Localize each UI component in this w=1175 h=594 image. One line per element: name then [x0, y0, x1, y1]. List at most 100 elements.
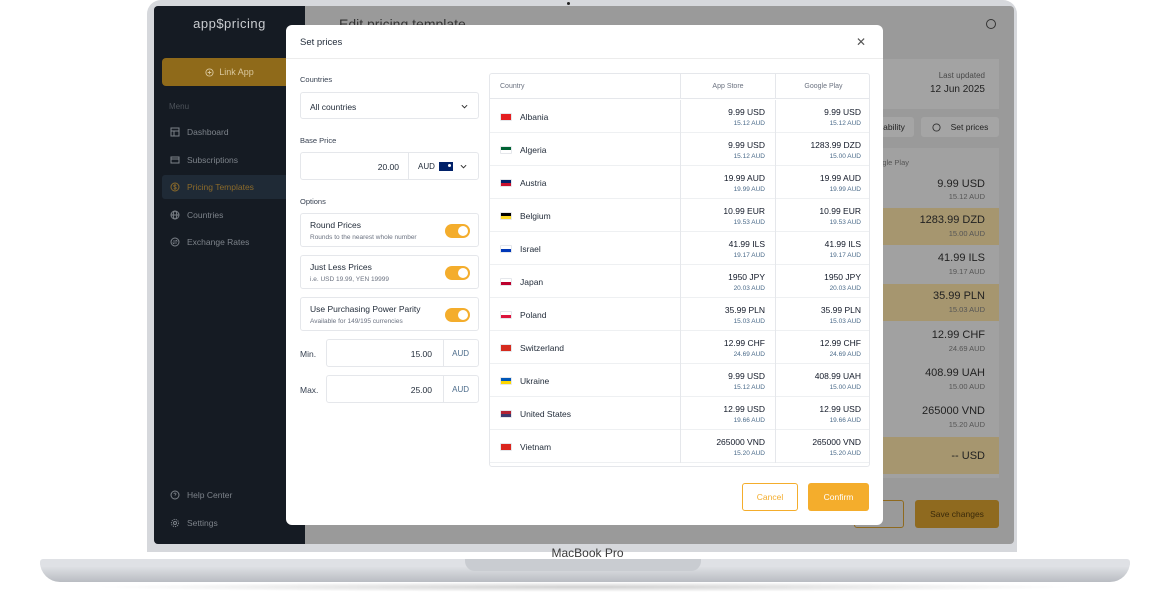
sidebar-item-countries[interactable]: Countries: [162, 203, 297, 227]
country-cell: Albania: [500, 112, 548, 122]
last-updated-value: 12 Jun 2025: [929, 84, 985, 95]
dollar-icon: [932, 122, 941, 132]
option-title: Just Less Prices: [310, 262, 372, 272]
sidebar-item-help-center[interactable]: Help Center: [162, 483, 297, 507]
app-store-cell: 1950 JPY 20.03 AUD: [680, 265, 775, 298]
table-row: Vietnam 265000 VND 15.20 AUD 265000 VND 15.2…: [490, 430, 869, 463]
table-row: Albania 9.99 USD 15.12 AUD 9.99 USD 15.12 AU…: [490, 100, 869, 133]
ppp-toggle[interactable]: [445, 308, 470, 322]
app-store-cell: 12.99 USD 19.66 AUD: [680, 397, 775, 430]
table-row: 9.99 USD 15.12 AUD: [883, 164, 999, 201]
countries-label: Countries: [300, 75, 333, 84]
country-cell: United States: [500, 409, 571, 419]
save-changes-button[interactable]: Save changes: [915, 500, 999, 528]
sidebar-item-subscriptions[interactable]: Subscriptions: [162, 148, 297, 172]
set-prices-button[interactable]: Set prices: [921, 117, 999, 137]
app-store-converted: 15.03 AUD: [733, 318, 765, 325]
table-row: Poland 35.99 PLN 15.03 AUD 35.99 PLN 15.03 A…: [490, 298, 869, 331]
column-header-country: Country: [490, 74, 680, 99]
price-sub: 15.03 AUD: [948, 305, 985, 314]
table-row: Switzerland 12.99 CHF 24.69 AUD 12.99 CHF 24…: [490, 331, 869, 364]
google-play-converted: 19.17 AUD: [829, 252, 861, 259]
country-name: Ukraine: [520, 376, 550, 386]
availability-label: ability: [883, 122, 905, 132]
sidebar-item-settings[interactable]: Settings: [162, 511, 297, 535]
base-price-input[interactable]: 20.00: [378, 162, 399, 172]
price-sub: 15.00 AUD: [948, 229, 985, 238]
app-store-price: 9.99 USD: [728, 140, 765, 150]
table-row: → 35.99 PLN 15.03 AUD: [883, 284, 999, 321]
country-cell: Poland: [500, 310, 546, 320]
app-store-price: 12.99 USD: [723, 404, 765, 414]
country-name: Albania: [520, 112, 549, 122]
currency-select[interactable]: AUD: [408, 153, 480, 179]
app-logo: app$pricing: [193, 16, 266, 31]
option-title: Use Purchasing Power Parity: [310, 304, 421, 314]
google-play-cell: 408.99 UAH 15.00 AUD: [775, 364, 869, 397]
user-icon[interactable]: [986, 19, 996, 29]
plus-circle-icon: [205, 67, 214, 77]
app-store-price: 265000 VND: [716, 437, 765, 447]
max-input[interactable]: 25.00: [411, 385, 432, 395]
app-store-converted: 19.53 AUD: [733, 219, 765, 226]
app-store-price: 35.99 PLN: [724, 305, 765, 315]
price: 1283.99 DZD: [919, 214, 985, 226]
app-store-price: 10.99 EUR: [723, 206, 765, 216]
flag-icon: [500, 179, 512, 187]
max-field: 25.00 AUD: [326, 375, 479, 403]
min-unit: AUD: [452, 349, 469, 358]
price-sub: 19.17 AUD: [948, 267, 985, 276]
app-store-price: 9.99 USD: [728, 107, 765, 117]
screen: app$pricing Link App Menu Dashboard Subs…: [154, 6, 1014, 544]
app-store-cell: 9.99 USD 15.12 AUD: [680, 100, 775, 133]
country-name: Israel: [520, 244, 541, 254]
country-cell: Vietnam: [500, 442, 551, 452]
flag-icon: [500, 245, 512, 253]
modal-header: Set prices ✕: [286, 25, 883, 59]
price: -- USD: [951, 450, 985, 462]
flag-icon: [500, 377, 512, 385]
country-cell: Algeria: [500, 145, 546, 155]
country-name: Belgium: [520, 211, 551, 221]
menu-title: Menu: [169, 102, 190, 111]
flag-icon: [500, 311, 512, 319]
cancel-button[interactable]: Cancel: [742, 483, 798, 511]
max-label: Max.: [300, 385, 319, 395]
google-play-cell: 19.99 AUD 19.99 AUD: [775, 166, 869, 199]
modal-title: Set prices: [300, 37, 343, 48]
country-name: United States: [520, 409, 572, 419]
sidebar-item-dashboard[interactable]: Dashboard: [162, 120, 297, 144]
google-play-price: 35.99 PLN: [820, 305, 861, 315]
app-store-converted: 19.99 AUD: [733, 186, 765, 193]
app-store-converted: 15.12 AUD: [733, 120, 765, 127]
sidebar-item-pricing-templates[interactable]: Pricing Templates: [162, 175, 297, 199]
sidebar-item-label: Settings: [187, 518, 218, 528]
countries-select[interactable]: All countries: [300, 92, 479, 119]
price: 265000 VND: [922, 405, 985, 417]
table-row: Austria 19.99 AUD 19.99 AUD 19.99 AUD 19.99 …: [490, 166, 869, 199]
flag-icon: [500, 146, 512, 154]
app-store-price: 12.99 CHF: [723, 338, 765, 348]
country-cell: Belgium: [500, 211, 551, 221]
column-header-app-store: App Store: [680, 74, 775, 99]
country-name: Japan: [520, 277, 544, 287]
app-store-cell: 12.99 CHF 24.69 AUD: [680, 331, 775, 364]
google-play-converted: 19.66 AUD: [829, 417, 861, 424]
app-store-cell: 9.99 USD 15.12 AUD: [680, 364, 775, 397]
sidebar-item-exchange-rates[interactable]: Exchange Rates: [162, 230, 297, 254]
google-play-price: 19.99 AUD: [819, 173, 861, 183]
sidebar-item-label: Pricing Templates: [187, 182, 254, 192]
country-name: Vietnam: [520, 442, 552, 452]
app-store-cell: 19.99 AUD 19.99 AUD: [680, 166, 775, 199]
google-play-cell: 12.99 CHF 24.69 AUD: [775, 331, 869, 364]
min-input[interactable]: 15.00: [411, 349, 432, 359]
app-store-cell: 35.99 PLN 15.03 AUD: [680, 298, 775, 331]
table-row: United States 12.99 USD 19.66 AUD 12.99 USD…: [490, 397, 869, 430]
round-prices-toggle[interactable]: [445, 224, 470, 238]
link-app-button[interactable]: Link App: [162, 58, 297, 86]
just-less-prices-toggle[interactable]: [445, 266, 470, 280]
google-play-price: 408.99 UAH: [814, 371, 861, 381]
prices-table: Country App Store Google Play Albania 9.9…: [489, 73, 870, 467]
close-icon[interactable]: ✕: [856, 35, 866, 49]
confirm-button[interactable]: Confirm: [808, 483, 869, 511]
